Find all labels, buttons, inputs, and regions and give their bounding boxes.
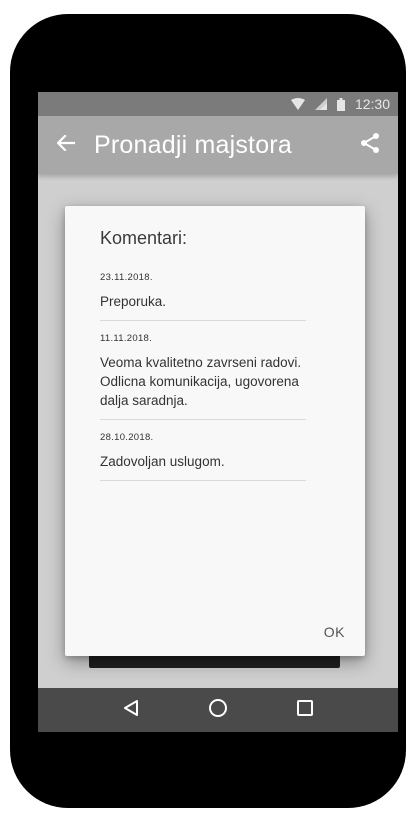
recents-square-icon <box>296 699 314 722</box>
home-circle-icon <box>208 698 228 723</box>
dialog-title: Komentari: <box>100 228 188 248</box>
list-item: 28.10.2018. Zadovoljan uslugom. <box>100 432 306 481</box>
page-title: Pronadji majstora <box>94 130 292 159</box>
arrow-back-icon <box>56 133 76 156</box>
status-time: 12:30 <box>354 96 390 112</box>
comment-date: 11.11.2018. <box>100 333 153 344</box>
share-button[interactable] <box>342 116 398 174</box>
comment-date: 23.11.2018. <box>100 272 153 283</box>
phone-frame: 12:30 Pronadji majstora Komentari: 23.11… <box>10 14 406 808</box>
back-button[interactable] <box>38 116 94 174</box>
screen: 12:30 Pronadji majstora Komentari: 23.11… <box>38 92 398 732</box>
ok-button[interactable]: OK <box>324 624 345 640</box>
status-bar: 12:30 <box>38 92 398 116</box>
background-panel-edge <box>89 654 340 668</box>
list-item: 23.11.2018. Preporuka. <box>100 272 306 321</box>
nav-recents-button[interactable] <box>285 690 325 730</box>
nav-back-button[interactable] <box>111 690 151 730</box>
comment-text: Veoma kvalitetno zavrseni radovi. Odlicn… <box>100 355 302 408</box>
nav-home-button[interactable] <box>198 690 238 730</box>
back-triangle-icon <box>122 699 140 722</box>
comments-dialog: Komentari: 23.11.2018. Preporuka. 11.11.… <box>65 206 365 656</box>
app-bar: Pronadji majstora <box>38 116 398 174</box>
wifi-icon <box>290 98 305 110</box>
comment-text: Preporuka. <box>100 294 167 309</box>
signal-icon <box>314 98 327 110</box>
battery-icon <box>336 97 345 111</box>
nav-bar <box>38 688 398 732</box>
comments-list: 23.11.2018. Preporuka. 11.11.2018. Veoma… <box>100 272 306 493</box>
list-item: 11.11.2018. Veoma kvalitetno zavrseni ra… <box>100 333 306 420</box>
comment-text: Zadovoljan uslugom. <box>100 454 225 469</box>
comment-date: 28.10.2018. <box>100 432 154 443</box>
share-icon <box>360 132 380 159</box>
